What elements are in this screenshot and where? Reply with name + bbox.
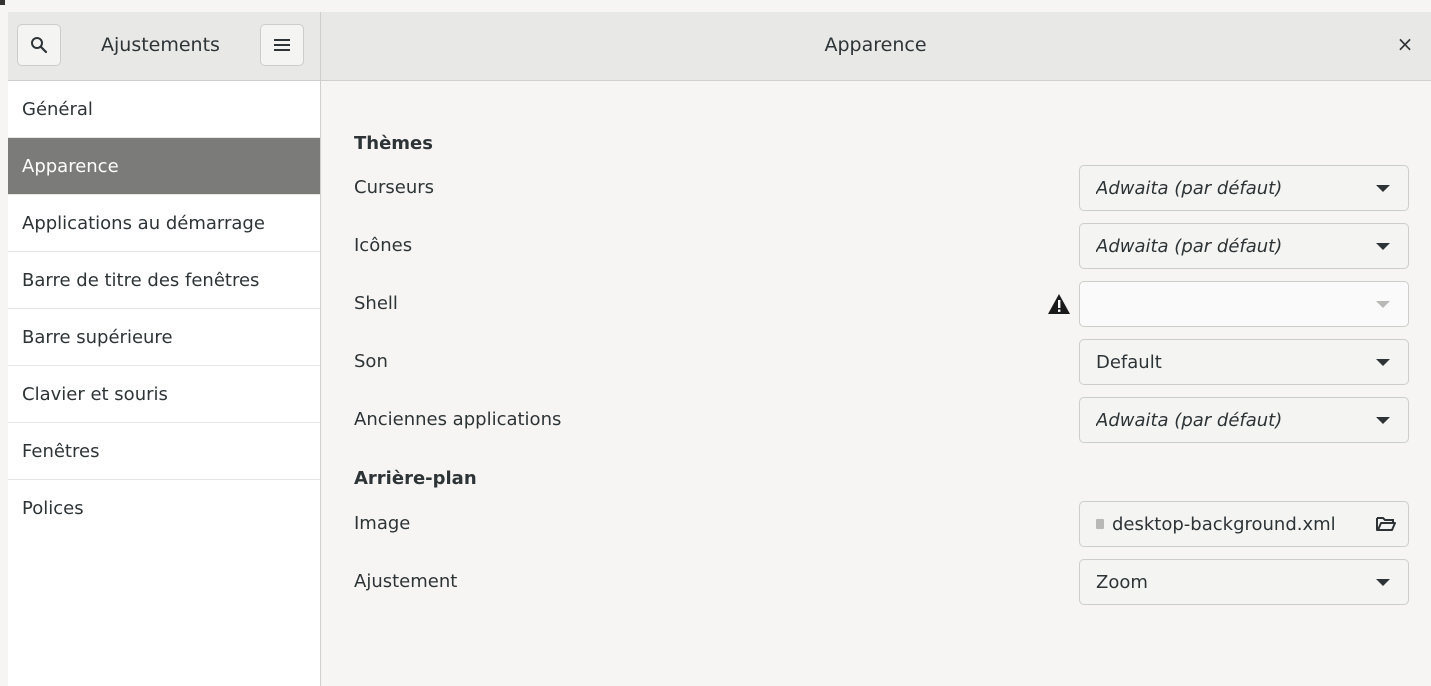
chevron-down-icon: [1376, 358, 1390, 366]
icons-value: Adwaita (par défaut): [1096, 235, 1283, 257]
sidebar-item-top-bar[interactable]: Barre supérieure: [8, 309, 320, 366]
header-left-pane: Ajustements: [8, 12, 321, 80]
main-menu-button[interactable]: [260, 24, 304, 66]
adjustment-dropdown[interactable]: Zoom: [1079, 559, 1409, 605]
search-icon: [31, 37, 48, 54]
themes-section-title: Thèmes: [354, 133, 433, 154]
sound-value: Default: [1096, 351, 1162, 373]
image-file-chooser[interactable]: desktop-background.xml: [1079, 501, 1409, 547]
sidebar-item-windows[interactable]: Fenêtres: [8, 423, 320, 480]
icons-label: Icônes: [354, 235, 413, 256]
image-label: Image: [354, 513, 411, 534]
adjustment-value: Zoom: [1096, 571, 1148, 593]
close-button[interactable]: ×: [1393, 32, 1417, 56]
sidebar: Général Apparence Applications au démarr…: [8, 81, 321, 686]
chevron-down-icon: [1376, 242, 1390, 250]
warning-icon: [1048, 294, 1070, 314]
header-bar: Ajustements Apparence ×: [8, 12, 1431, 81]
app-title: Ajustements: [101, 34, 220, 56]
chevron-down-icon: [1376, 184, 1390, 192]
sidebar-item-window-titlebars[interactable]: Barre de titre des fenêtres: [8, 252, 320, 309]
sound-label: Son: [354, 351, 388, 372]
sidebar-item-keyboard-mouse[interactable]: Clavier et souris: [8, 366, 320, 423]
adjustment-label: Ajustement: [354, 571, 458, 592]
hamburger-menu-icon: [274, 39, 290, 51]
cursors-dropdown[interactable]: Adwaita (par défaut): [1079, 165, 1409, 211]
chevron-down-icon: [1376, 300, 1390, 308]
icons-dropdown[interactable]: Adwaita (par défaut): [1079, 223, 1409, 269]
page-title: Apparence: [824, 34, 927, 56]
search-button[interactable]: [17, 24, 61, 66]
sidebar-item-fonts[interactable]: Polices: [8, 480, 320, 537]
sidebar-item-general[interactable]: Général: [8, 81, 320, 138]
cursors-label: Curseurs: [354, 177, 435, 198]
folder-open-icon: [1376, 517, 1396, 531]
image-value: desktop-background.xml: [1112, 513, 1336, 535]
sound-dropdown[interactable]: Default: [1079, 339, 1409, 385]
chevron-down-icon: [1376, 416, 1390, 424]
sidebar-item-appearance[interactable]: Apparence: [8, 138, 320, 195]
cursors-value: Adwaita (par défaut): [1096, 177, 1283, 199]
legacy-apps-label: Anciennes applications: [354, 409, 562, 430]
window-corner-mark: [0, 0, 5, 5]
file-icon: [1096, 519, 1104, 529]
shell-label: Shell: [354, 293, 398, 314]
appearance-panel: Thèmes Curseurs Adwaita (par défaut) Icô…: [321, 81, 1431, 686]
shell-dropdown[interactable]: [1079, 281, 1409, 327]
tweaks-window: Ajustements Apparence × Général Apparenc…: [8, 12, 1431, 686]
sidebar-item-startup-applications[interactable]: Applications au démarrage: [8, 195, 320, 252]
chevron-down-icon: [1376, 578, 1390, 586]
background-section-title: Arrière-plan: [354, 468, 477, 489]
legacy-apps-dropdown[interactable]: Adwaita (par défaut): [1079, 397, 1409, 443]
legacy-apps-value: Adwaita (par défaut): [1096, 409, 1283, 431]
